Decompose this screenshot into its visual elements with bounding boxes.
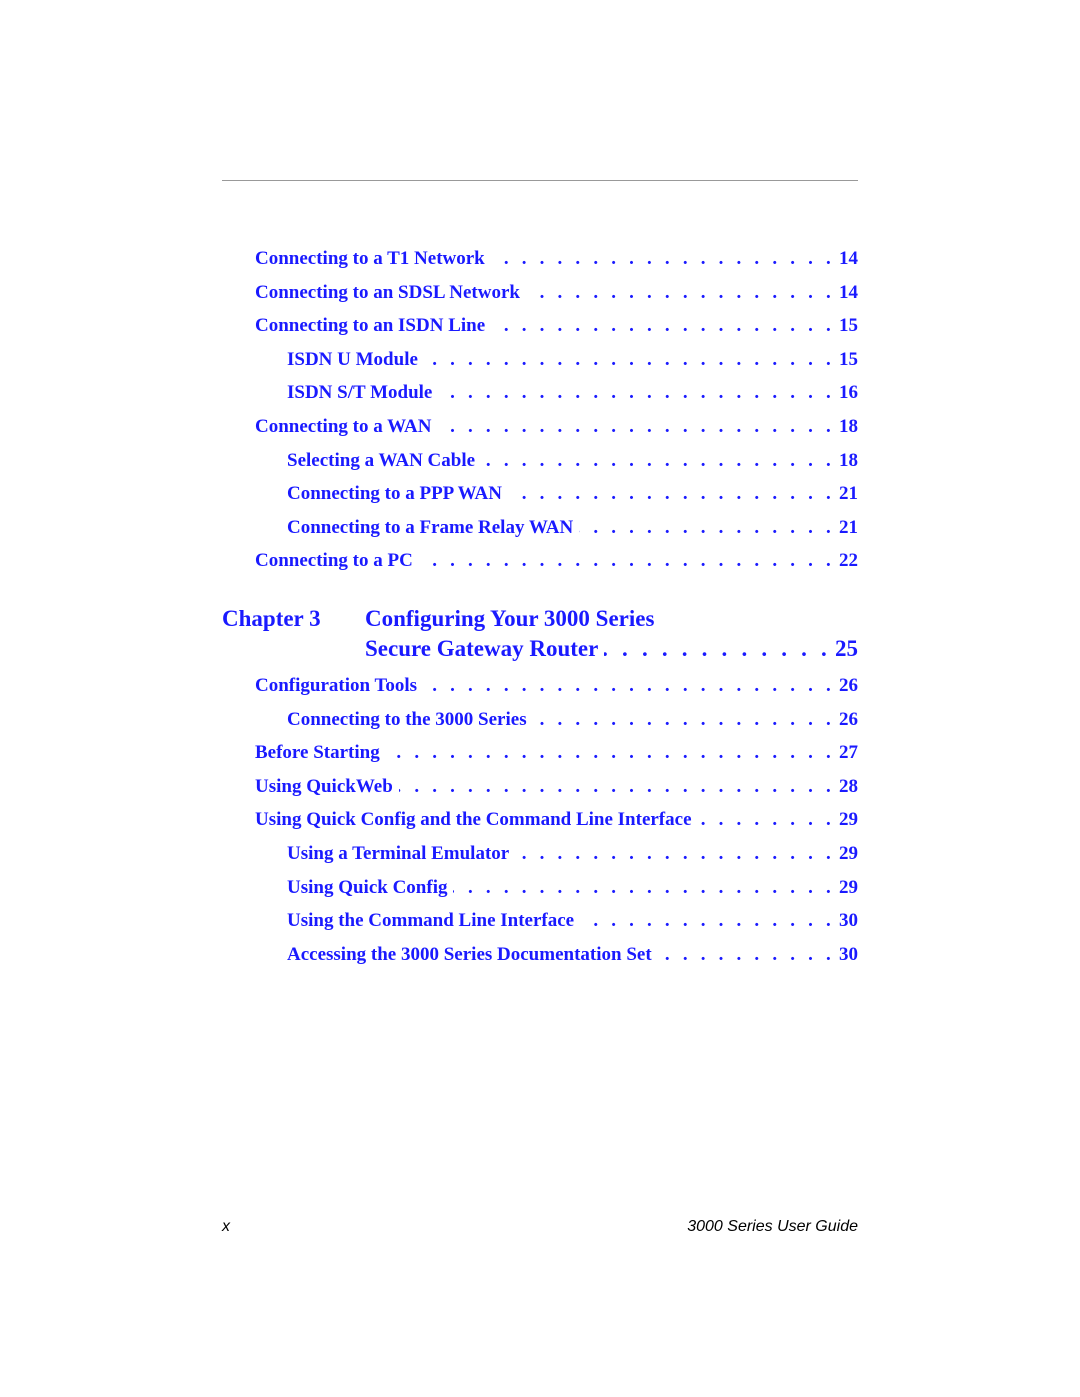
leader-dots: . . . . . . . . . . . . . . . . . . . . …: [579, 516, 835, 538]
toc-entry[interactable]: Configuration Tools. . . . . . . . . . .…: [0, 675, 858, 701]
toc-entry-page[interactable]: 14: [835, 282, 858, 304]
toc-entry-page[interactable]: 30: [835, 910, 858, 932]
leader-dots: . . . . . . . . . . . . . . . . . . . . …: [604, 636, 831, 661]
toc-entry-page[interactable]: 18: [835, 416, 858, 438]
toc-entry[interactable]: Connecting to a PC. . . . . . . . . . . …: [0, 550, 858, 576]
toc-entry-title[interactable]: Connecting to a PPP WAN: [287, 483, 508, 505]
toc-entry-page[interactable]: 26: [835, 675, 858, 697]
footer-book-title: 3000 Series User Guide: [687, 1218, 858, 1235]
toc-entry[interactable]: Connecting to a PPP WAN. . . . . . . . .…: [0, 483, 858, 509]
leader-dots: . . . . . . . . . . . . . . . . . . . . …: [424, 348, 835, 370]
leader-dots: . . . . . . . . . . . . . . . . . . . . …: [481, 449, 835, 471]
toc-entry-page[interactable]: 14: [835, 248, 858, 270]
toc-entry-title[interactable]: Using QuickWeb: [255, 776, 399, 798]
toc-entry-title[interactable]: Selecting a WAN Cable: [287, 450, 481, 472]
leader-dots: . . . . . . . . . . . . . . . . . . . . …: [580, 910, 835, 932]
toc-entry-title[interactable]: Connecting to a PC: [255, 550, 419, 572]
toc-entry[interactable]: Connecting to an ISDN Line. . . . . . . …: [0, 315, 858, 341]
toc-entry[interactable]: Connecting to a WAN. . . . . . . . . . .…: [0, 416, 858, 442]
toc-entry-page[interactable]: 27: [835, 742, 858, 764]
toc-entry[interactable]: Using Quick Config. . . . . . . . . . . …: [0, 877, 858, 903]
toc-entry-title[interactable]: Using Quick Config and the Command Line …: [255, 809, 698, 831]
leader-dots: . . . . . . . . . . . . . . . . . . . . …: [658, 943, 835, 965]
toc-entry[interactable]: Accessing the 3000 Series Documentation …: [0, 944, 858, 970]
toc-entry[interactable]: Connecting to a Frame Relay WAN. . . . .…: [0, 517, 858, 543]
chapter-label[interactable]: Chapter 3: [222, 606, 321, 632]
leader-dots: . . . . . . . . . . . . . . . . . . . . …: [508, 483, 835, 505]
toc-entry[interactable]: Before Starting. . . . . . . . . . . . .…: [0, 742, 858, 768]
footer-page-number: x: [222, 1218, 230, 1235]
chapter-page-number[interactable]: 25: [831, 636, 858, 662]
toc-entry-page[interactable]: 21: [835, 483, 858, 505]
leader-dots: . . . . . . . . . . . . . . . . . . . . …: [419, 550, 835, 572]
toc-entry[interactable]: Using Quick Config and the Command Line …: [0, 809, 858, 835]
toc-entry-page[interactable]: 29: [835, 809, 858, 831]
toc-entry-title[interactable]: Using the Command Line Interface: [287, 910, 580, 932]
leader-dots: . . . . . . . . . . . . . . . . . . . . …: [399, 775, 835, 797]
toc-entry[interactable]: Connecting to the 3000 Series. . . . . .…: [0, 709, 858, 735]
toc-entry-page[interactable]: 22: [835, 550, 858, 572]
toc-entry-page[interactable]: 28: [835, 776, 858, 798]
chapter-title-line2[interactable]: Secure Gateway Router: [365, 636, 604, 662]
toc-entry[interactable]: Selecting a WAN Cable. . . . . . . . . .…: [0, 450, 858, 476]
toc-entry-page[interactable]: 21: [835, 517, 858, 539]
toc-entry-title[interactable]: Connecting to a WAN: [255, 416, 437, 438]
toc-entry-title[interactable]: Connecting to an ISDN Line: [255, 315, 491, 337]
leader-dots: . . . . . . . . . . . . . . . . . . . . …: [386, 742, 835, 764]
toc-entry[interactable]: Using a Terminal Emulator. . . . . . . .…: [0, 843, 858, 869]
toc-entry-title[interactable]: Connecting to a Frame Relay WAN: [287, 517, 579, 539]
toc-entry-title[interactable]: Before Starting: [255, 742, 386, 764]
leader-dots: . . . . . . . . . . . . . . . . . . . . …: [698, 809, 835, 831]
toc-entry-page[interactable]: 26: [835, 709, 858, 731]
toc-entry-page[interactable]: 18: [835, 450, 858, 472]
leader-dots: . . . . . . . . . . . . . . . . . . . . …: [526, 281, 835, 303]
header-rule: [222, 180, 858, 181]
toc-entry-title[interactable]: Accessing the 3000 Series Documentation …: [287, 944, 658, 966]
chapter-title-line1[interactable]: Configuring Your 3000 Series: [365, 606, 654, 632]
toc-entry-title[interactable]: Connecting to the 3000 Series: [287, 709, 533, 731]
toc-entry[interactable]: ISDN U Module. . . . . . . . . . . . . .…: [0, 349, 858, 375]
toc-entry-title[interactable]: ISDN U Module: [287, 349, 424, 371]
toc-entry[interactable]: Using the Command Line Interface. . . . …: [0, 910, 858, 936]
toc-entry-title[interactable]: Configuration Tools: [255, 675, 423, 697]
leader-dots: . . . . . . . . . . . . . . . . . . . . …: [438, 382, 835, 404]
leader-dots: . . . . . . . . . . . . . . . . . . . . …: [533, 708, 835, 730]
toc-entry[interactable]: ISDN S/T Module. . . . . . . . . . . . .…: [0, 382, 858, 408]
toc-entry-title[interactable]: Using Quick Config: [287, 877, 453, 899]
leader-dots: . . . . . . . . . . . . . . . . . . . . …: [491, 315, 835, 337]
leader-dots: . . . . . . . . . . . . . . . . . . . . …: [491, 248, 835, 269]
toc-entry-page[interactable]: 30: [835, 944, 858, 966]
toc-entry-title[interactable]: Connecting to a T1 Network: [255, 248, 491, 270]
toc-entry-page[interactable]: 16: [835, 382, 858, 404]
leader-dots: . . . . . . . . . . . . . . . . . . . . …: [515, 843, 835, 864]
toc-entry[interactable]: Connecting to a T1 Network. . . . . . . …: [0, 248, 858, 274]
leader-dots: . . . . . . . . . . . . . . . . . . . . …: [437, 416, 835, 437]
toc-entry[interactable]: Connecting to an SDSL Network. . . . . .…: [0, 282, 858, 308]
toc-entry-page[interactable]: 15: [835, 315, 858, 337]
chapter-title-row[interactable]: Secure Gateway Router . . . . . . . . . …: [0, 636, 858, 666]
toc-entry-title[interactable]: Connecting to an SDSL Network: [255, 282, 526, 304]
leader-dots: . . . . . . . . . . . . . . . . . . . . …: [423, 675, 835, 696]
toc-entry-page[interactable]: 29: [835, 843, 858, 865]
toc-entry-title[interactable]: ISDN S/T Module: [287, 382, 438, 404]
toc-entry-page[interactable]: 15: [835, 349, 858, 371]
toc-entry-title[interactable]: Using a Terminal Emulator: [287, 843, 515, 865]
leader-dots: . . . . . . . . . . . . . . . . . . . . …: [453, 876, 835, 898]
toc-entry-page[interactable]: 29: [835, 877, 858, 899]
toc-entry[interactable]: Using QuickWeb. . . . . . . . . . . . . …: [0, 776, 858, 802]
